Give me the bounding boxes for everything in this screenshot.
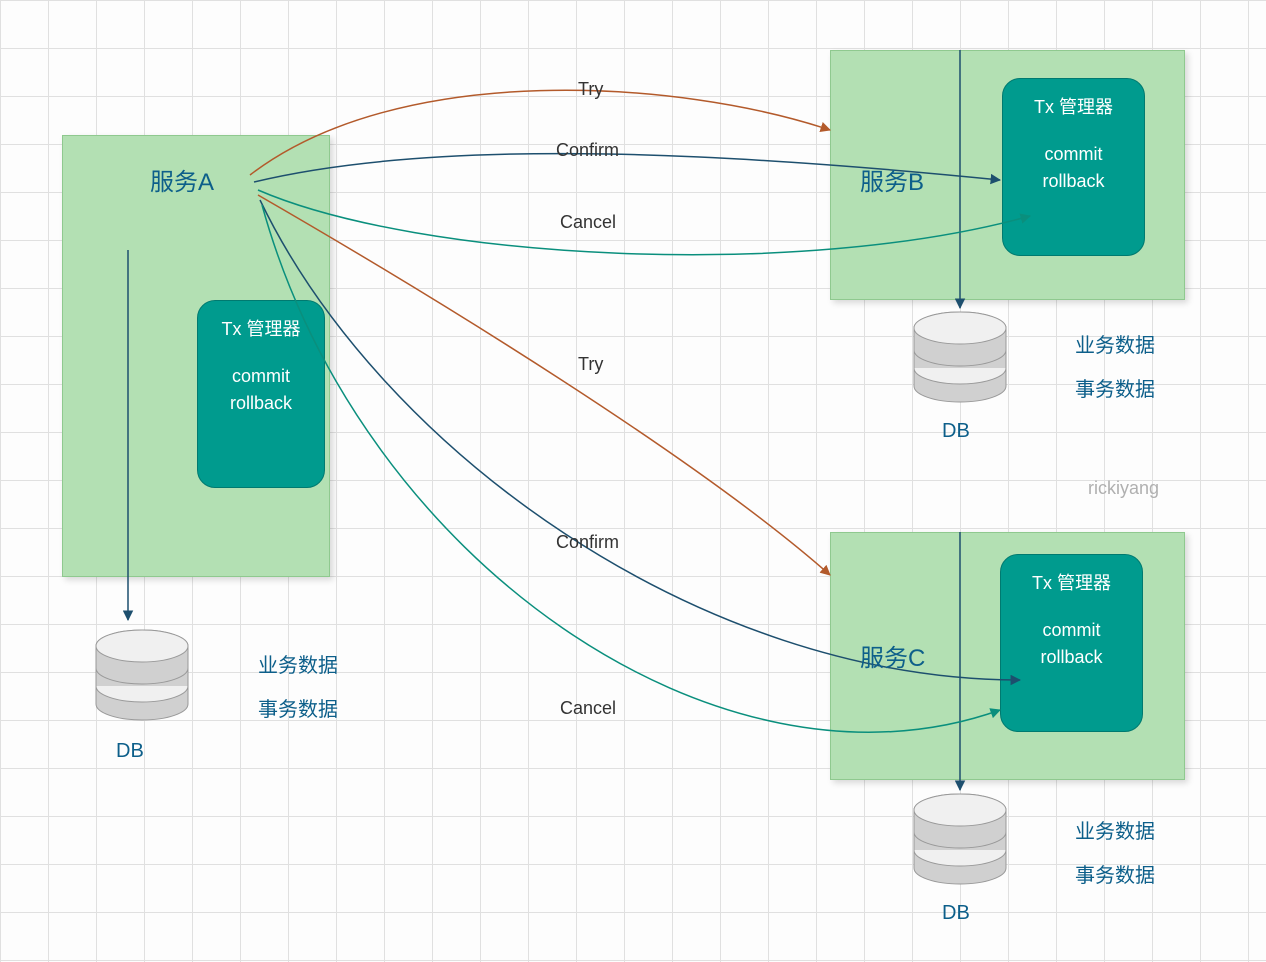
db-b-transaction-data: 事务数据 bbox=[1075, 368, 1155, 412]
tx-manager-c: Tx 管理器 commit rollback bbox=[1000, 554, 1143, 732]
edge-ac-cancel-label: Cancel bbox=[560, 698, 616, 719]
db-b bbox=[910, 310, 1010, 400]
db-a-business-data: 业务数据 bbox=[258, 644, 338, 688]
db-b-label: DB bbox=[942, 420, 970, 443]
edge-ab-cancel-label: Cancel bbox=[560, 212, 616, 233]
tx-manager-b-title: Tx 管理器 bbox=[1003, 93, 1144, 119]
tx-manager-b-rollback: rollback bbox=[1003, 168, 1144, 195]
db-c-data-labels: 业务数据 事务数据 bbox=[1075, 810, 1155, 898]
db-a-transaction-data: 事务数据 bbox=[258, 688, 338, 732]
edge-ac-confirm-label: Confirm bbox=[556, 532, 619, 553]
edge-ab-confirm-label: Confirm bbox=[556, 140, 619, 161]
service-a-label: 服务A bbox=[150, 162, 214, 197]
tx-manager-b: Tx 管理器 commit rollback bbox=[1002, 78, 1145, 256]
tx-manager-a-title: Tx 管理器 bbox=[198, 315, 324, 341]
service-b-label: 服务B bbox=[860, 162, 924, 197]
tx-manager-a: Tx 管理器 commit rollback bbox=[197, 300, 325, 488]
db-b-business-data: 业务数据 bbox=[1075, 324, 1155, 368]
db-c-transaction-data: 事务数据 bbox=[1075, 854, 1155, 898]
db-a bbox=[92, 628, 192, 718]
db-a-label: DB bbox=[116, 740, 144, 763]
edge-ac-try-label: Try bbox=[578, 354, 603, 375]
watermark: rickiyang bbox=[1088, 478, 1159, 499]
db-c bbox=[910, 792, 1010, 882]
tx-manager-c-rollback: rollback bbox=[1001, 644, 1142, 671]
service-c-label: 服务C bbox=[860, 638, 925, 673]
edge-ab-try-label: Try bbox=[578, 79, 603, 100]
tx-manager-b-commit: commit bbox=[1003, 141, 1144, 168]
db-c-label: DB bbox=[942, 902, 970, 925]
tx-manager-a-commit: commit bbox=[198, 363, 324, 390]
tx-manager-c-title: Tx 管理器 bbox=[1001, 569, 1142, 595]
db-b-data-labels: 业务数据 事务数据 bbox=[1075, 324, 1155, 412]
tx-manager-c-commit: commit bbox=[1001, 617, 1142, 644]
db-a-data-labels: 业务数据 事务数据 bbox=[258, 644, 338, 732]
tx-manager-a-rollback: rollback bbox=[198, 390, 324, 417]
db-c-business-data: 业务数据 bbox=[1075, 810, 1155, 854]
